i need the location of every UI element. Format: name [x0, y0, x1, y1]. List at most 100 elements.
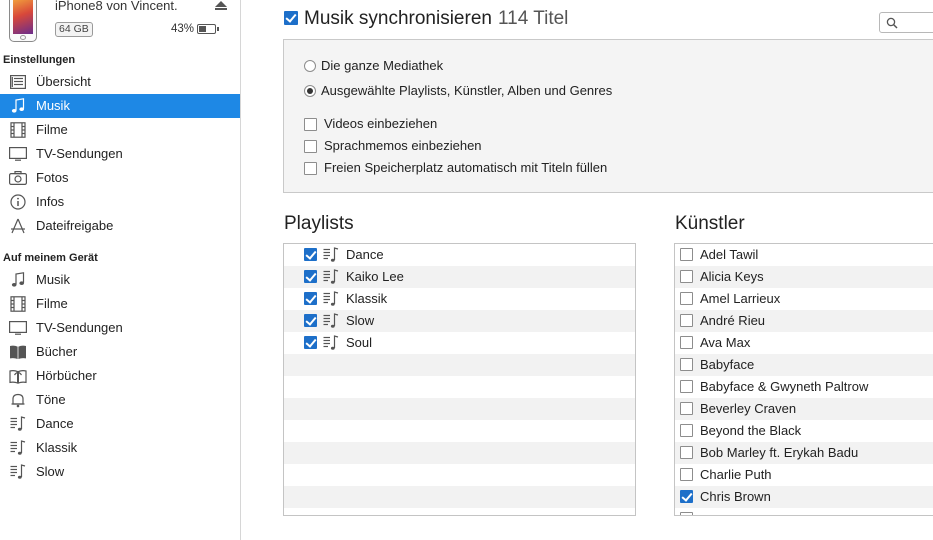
- playlist-row[interactable]: Klassik: [284, 288, 635, 310]
- search-field[interactable]: [879, 12, 933, 33]
- artist-row[interactable]: Babyface & Gwyneth Paltrow: [675, 376, 933, 398]
- artist-row[interactable]: Ava Max: [675, 332, 933, 354]
- sidebar-item-musik[interactable]: Musik: [0, 94, 240, 118]
- artist-checkbox[interactable]: [680, 248, 693, 261]
- sidebar-item-label: TV-Sendungen: [36, 320, 123, 335]
- sidebar-item-label: Dance: [36, 416, 74, 431]
- sidebar-item-infos[interactable]: Infos: [0, 190, 240, 214]
- sidebar-item-label: Töne: [36, 392, 66, 407]
- artist-name: Babyface & Gwyneth Paltrow: [700, 379, 869, 394]
- film-icon: [9, 296, 27, 312]
- playlist-checkbox[interactable]: [304, 270, 317, 283]
- radio-button-selected[interactable]: [304, 85, 316, 97]
- sidebar-item-label: Infos: [36, 194, 65, 209]
- artist-checkbox[interactable]: [680, 336, 693, 349]
- artist-row[interactable]: Babyface: [675, 354, 933, 376]
- include-voice-memos-checkbox[interactable]: [304, 140, 317, 153]
- iphone-icon: [9, 0, 37, 42]
- sidebar-item-dateifreigabe[interactable]: Dateifreigabe: [0, 214, 240, 238]
- playlist-checkbox[interactable]: [304, 248, 317, 261]
- sidebar-item-fotos[interactable]: Fotos: [0, 166, 240, 190]
- playlists-list[interactable]: Dance Kaiko Lee Klassik Slow Soul: [283, 243, 636, 516]
- battery-icon: [197, 24, 219, 34]
- summary-icon: [9, 74, 27, 90]
- artist-row[interactable]: Charlie Puth: [675, 464, 933, 486]
- artist-checkbox[interactable]: [680, 314, 693, 327]
- playlist-icon: [9, 440, 27, 456]
- artist-checkbox[interactable]: [680, 468, 693, 481]
- device-item-musik[interactable]: Musik: [0, 268, 240, 292]
- artist-row[interactable]: [675, 508, 933, 515]
- device-item-slow[interactable]: Slow: [0, 460, 240, 484]
- artist-checkbox[interactable]: [680, 512, 693, 515]
- eject-icon[interactable]: [215, 1, 227, 11]
- device-item-tv-sendungen[interactable]: TV-Sendungen: [0, 316, 240, 340]
- sidebar-item-label: Klassik: [36, 440, 78, 455]
- playlist-checkbox[interactable]: [304, 292, 317, 305]
- artist-checkbox[interactable]: [680, 292, 693, 305]
- device-item-dance[interactable]: Dance: [0, 412, 240, 436]
- music-note-icon: [9, 98, 27, 114]
- sidebar-item-übersicht[interactable]: Übersicht: [0, 70, 240, 94]
- sidebar-item-label: Musik: [36, 98, 70, 113]
- device-item-töne[interactable]: Töne: [0, 388, 240, 412]
- empty-row: [284, 464, 635, 486]
- playlist-checkbox[interactable]: [304, 336, 317, 349]
- artist-row[interactable]: André Rieu: [675, 310, 933, 332]
- tv-icon: [9, 320, 27, 336]
- artist-checkbox[interactable]: [680, 380, 693, 393]
- playlist-row[interactable]: Slow: [284, 310, 635, 332]
- device-item-filme[interactable]: Filme: [0, 292, 240, 316]
- sidebar-item-label: Filme: [36, 122, 68, 137]
- artist-row[interactable]: Adel Tawil: [675, 244, 933, 266]
- tv-icon: [9, 146, 27, 162]
- sidebar-item-tv-sendungen[interactable]: TV-Sendungen: [0, 142, 240, 166]
- sync-music-checkbox[interactable]: [284, 11, 298, 25]
- autofill-checkbox[interactable]: [304, 162, 317, 175]
- radio-button[interactable]: [304, 60, 316, 72]
- artist-row[interactable]: Beyond the Black: [675, 420, 933, 442]
- include-videos-checkbox[interactable]: [304, 118, 317, 131]
- artist-checkbox[interactable]: [680, 402, 693, 415]
- search-icon: [886, 17, 898, 29]
- playlist-name: Slow: [346, 313, 375, 328]
- playlist-checkbox[interactable]: [304, 314, 317, 327]
- artist-checkbox[interactable]: [680, 358, 693, 371]
- device-item-klassik[interactable]: Klassik: [0, 436, 240, 460]
- genres-heading-partial: [284, 531, 304, 540]
- sync-heading: Musik synchronisieren 114 Titel: [304, 8, 568, 30]
- artist-row[interactable]: Alicia Keys: [675, 266, 933, 288]
- sidebar-item-label: Slow: [36, 464, 65, 479]
- capacity-badge: 64 GB: [55, 22, 93, 37]
- sidebar-item-label: Hörbücher: [36, 368, 97, 383]
- device-header[interactable]: iPhone8 von Vincent. 64 GB 43%: [0, 0, 240, 50]
- sidebar-item-filme[interactable]: Filme: [0, 118, 240, 142]
- playlist-row[interactable]: Soul: [284, 332, 635, 354]
- artist-row[interactable]: Chris Brown: [675, 486, 933, 508]
- artists-list[interactable]: Adel Tawil Alicia Keys Amel Larrieux André …: [674, 243, 933, 516]
- playlists-heading: Playlists: [284, 213, 354, 234]
- artist-name: Ava Max: [700, 335, 751, 350]
- artist-checkbox[interactable]: [680, 424, 693, 437]
- artist-name: Beyond the Black: [700, 423, 802, 438]
- device-heading: Auf meinem Gerät: [3, 252, 98, 264]
- sidebar-item-label: Dateifreigabe: [36, 218, 114, 233]
- device-item-hörbücher[interactable]: Hörbücher: [0, 364, 240, 388]
- settings-heading: Einstellungen: [3, 54, 76, 66]
- device-item-bücher[interactable]: Bücher: [0, 340, 240, 364]
- playlist-row[interactable]: Kaiko Lee: [284, 266, 635, 288]
- artist-checkbox[interactable]: [680, 490, 693, 503]
- artist-row[interactable]: Bob Marley ft. Erykah Badu: [675, 442, 933, 464]
- artist-row[interactable]: Beverley Craven: [675, 398, 933, 420]
- artist-row[interactable]: Amel Larrieux: [675, 288, 933, 310]
- book-icon: [9, 344, 27, 360]
- artist-checkbox[interactable]: [680, 446, 693, 459]
- artist-name: Alicia Keys: [700, 269, 764, 284]
- artist-checkbox[interactable]: [680, 270, 693, 283]
- playlist-icon: [9, 464, 27, 480]
- settings-nav: Übersicht Musik Filme TV-Sendungen Fotos Info…: [0, 70, 240, 238]
- sidebar-item-label: Bücher: [36, 344, 78, 359]
- artist-name: Beverley Craven: [700, 401, 797, 416]
- artist-name: Bob Marley ft. Erykah Badu: [700, 445, 859, 460]
- playlist-row[interactable]: Dance: [284, 244, 635, 266]
